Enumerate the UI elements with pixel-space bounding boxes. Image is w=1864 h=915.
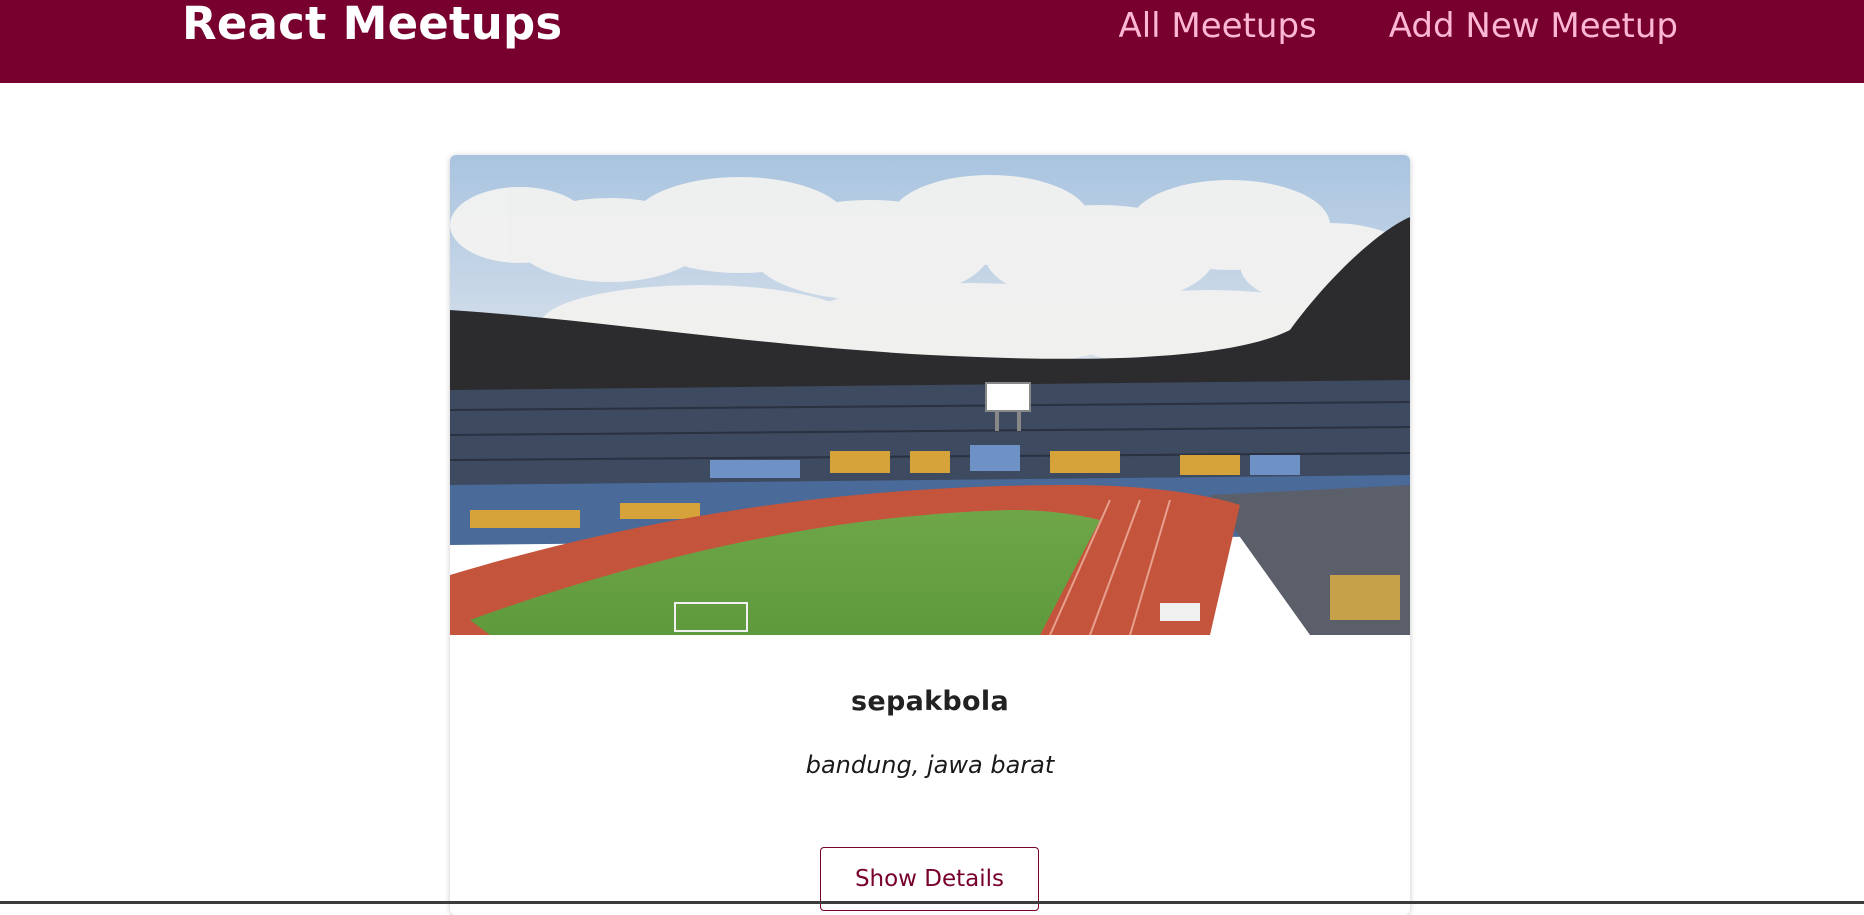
nav-all-meetups-link[interactable]: All Meetups: [1118, 2, 1316, 50]
logo: React Meetups: [182, 0, 563, 50]
main-nav: All Meetups Add New Meetup: [1118, 0, 1678, 52]
meetup-image: [450, 155, 1410, 635]
meetup-card: sepakbola bandung, jawa barat Show Detai…: [450, 155, 1410, 915]
nav-add-new-meetup-link[interactable]: Add New Meetup: [1389, 2, 1678, 50]
meetup-title: sepakbola: [851, 686, 1009, 717]
main-header: React Meetups All Meetups Add New Meetup: [0, 0, 1864, 83]
meetup-address: bandung, jawa barat: [805, 751, 1055, 779]
